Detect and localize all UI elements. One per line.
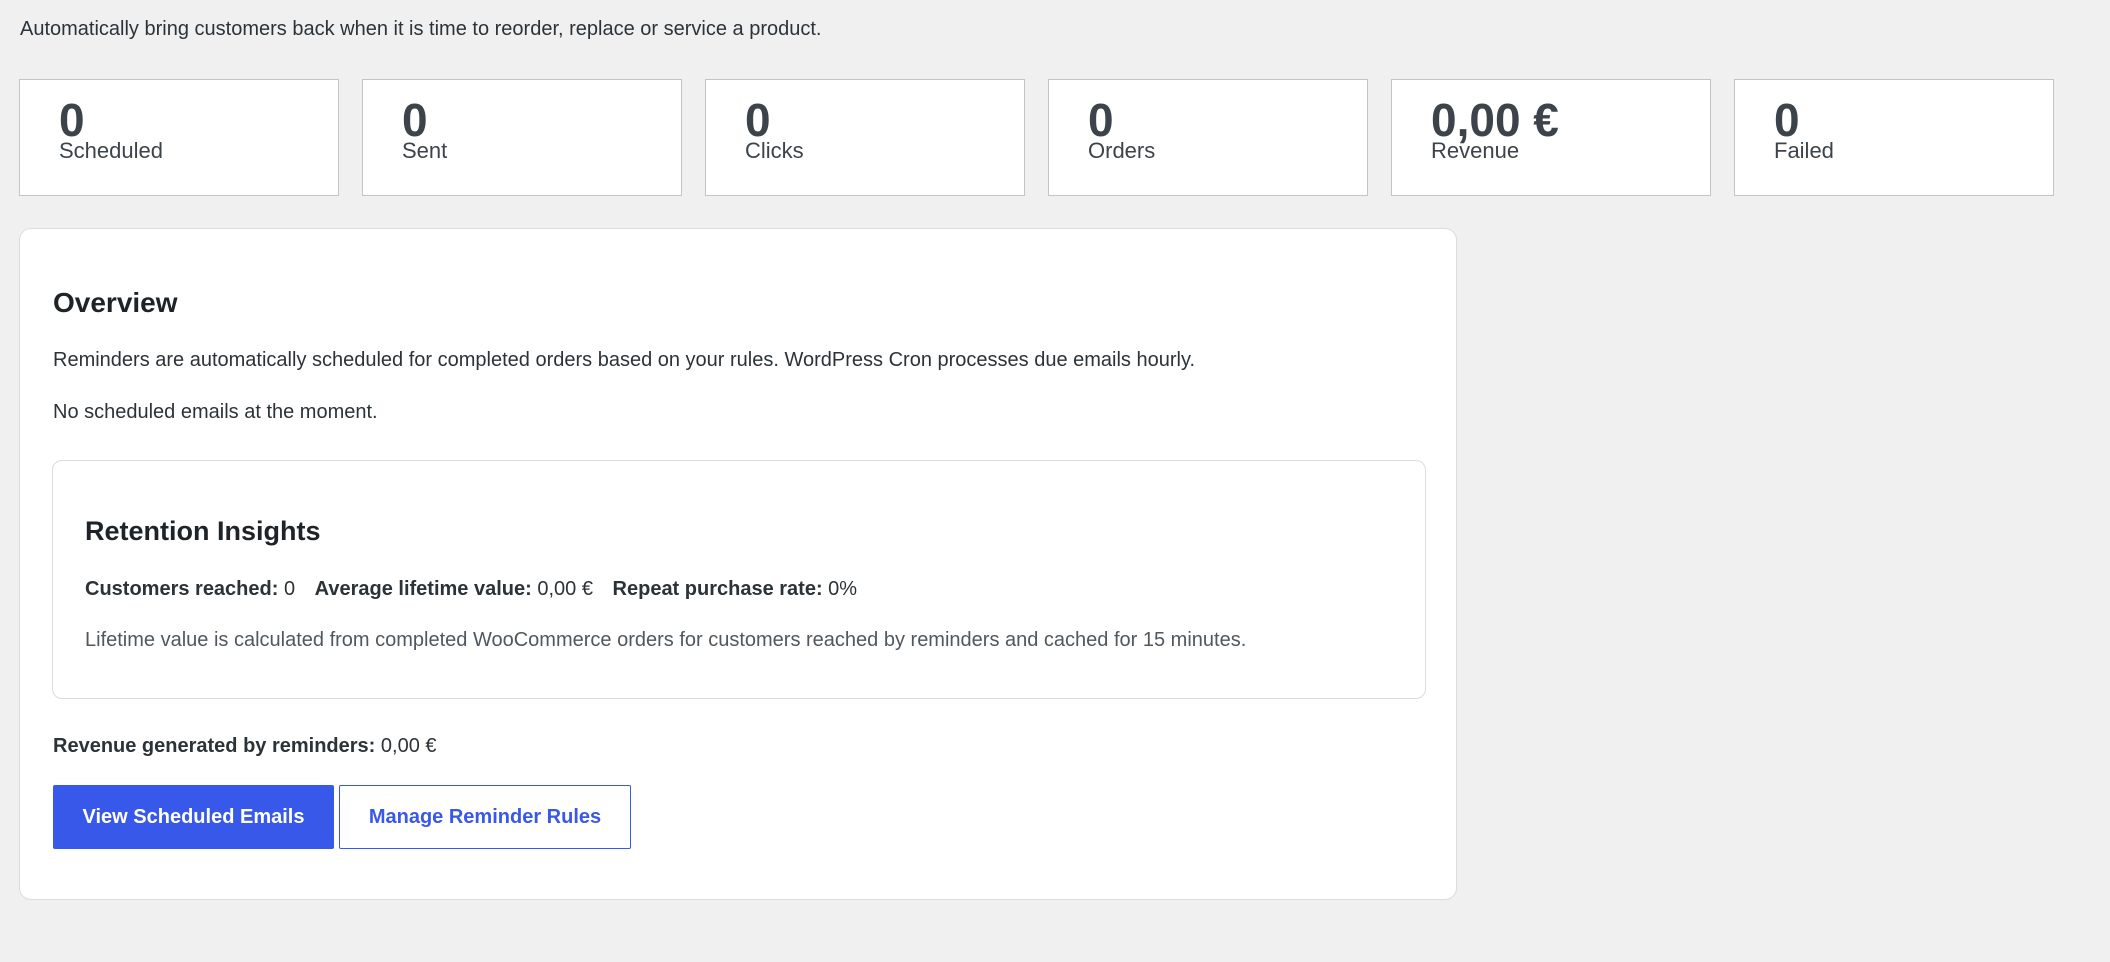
empty-state-message: No scheduled emails at the moment. [53, 401, 378, 423]
metric-customers-reached: Customers reached: 0 [85, 578, 295, 600]
stat-card-orders: 0 Orders [1048, 79, 1368, 196]
metric-average-lifetime-value: Average lifetime value: 0,00 € [315, 578, 593, 600]
stat-value: 0,00 € [1431, 94, 1559, 146]
view-scheduled-emails-button[interactable]: View Scheduled Emails [53, 785, 334, 849]
stat-label: Clicks [745, 138, 804, 163]
metric-value: 0 [283, 578, 296, 600]
stat-card-sent: 0 Sent [362, 79, 682, 196]
stat-value: 0 [745, 94, 771, 146]
overview-panel: Overview Reminders are automatically sch… [19, 228, 1457, 900]
stat-card-failed: 0 Failed [1734, 79, 2054, 196]
metric-label: Customers reached: [85, 578, 279, 600]
metric-label: Average lifetime value: [314, 578, 532, 600]
overview-description: Reminders are automatically scheduled fo… [53, 349, 1196, 371]
stat-label: Failed [1774, 138, 1834, 163]
stat-label: Orders [1088, 138, 1156, 163]
stat-card-revenue: 0,00 € Revenue [1391, 79, 1711, 196]
metric-value: 0,00 € [537, 578, 593, 600]
stat-label: Sent [402, 138, 448, 163]
stat-card-scheduled: 0 Scheduled [19, 79, 339, 196]
metric-value: 0% [828, 578, 858, 600]
revenue-label: Revenue generated by reminders: [53, 735, 376, 757]
insights-title: Retention Insights [85, 516, 321, 546]
metric-repeat-purchase-rate: Repeat purchase rate: 0% [613, 578, 858, 600]
insights-metrics: Customers reached: 0 Average lifetime va… [85, 578, 871, 601]
metric-label: Repeat purchase rate: [612, 578, 823, 600]
manage-reminder-rules-button[interactable]: Manage Reminder Rules [339, 785, 631, 849]
stat-value: 0 [1088, 94, 1114, 146]
overview-title: Overview [53, 287, 178, 318]
stat-value: 0 [402, 94, 428, 146]
revenue-generated: Revenue generated by reminders: 0,00 € [53, 735, 437, 758]
revenue-value: 0,00 € [380, 735, 437, 757]
insights-note: Lifetime value is calculated from comple… [85, 629, 1247, 651]
stat-value: 0 [59, 94, 85, 146]
stat-value: 0 [1774, 94, 1800, 146]
page-intro: Automatically bring customers back when … [20, 18, 822, 40]
stat-card-clicks: 0 Clicks [705, 79, 1025, 196]
stat-label: Revenue [1431, 138, 1520, 163]
retention-insights-card: Retention Insights Customers reached: 0 … [52, 460, 1426, 699]
stats-row: 0 Scheduled 0 Sent 0 Clicks 0 Orders 0,0… [19, 79, 2054, 196]
stat-label: Scheduled [59, 138, 163, 163]
